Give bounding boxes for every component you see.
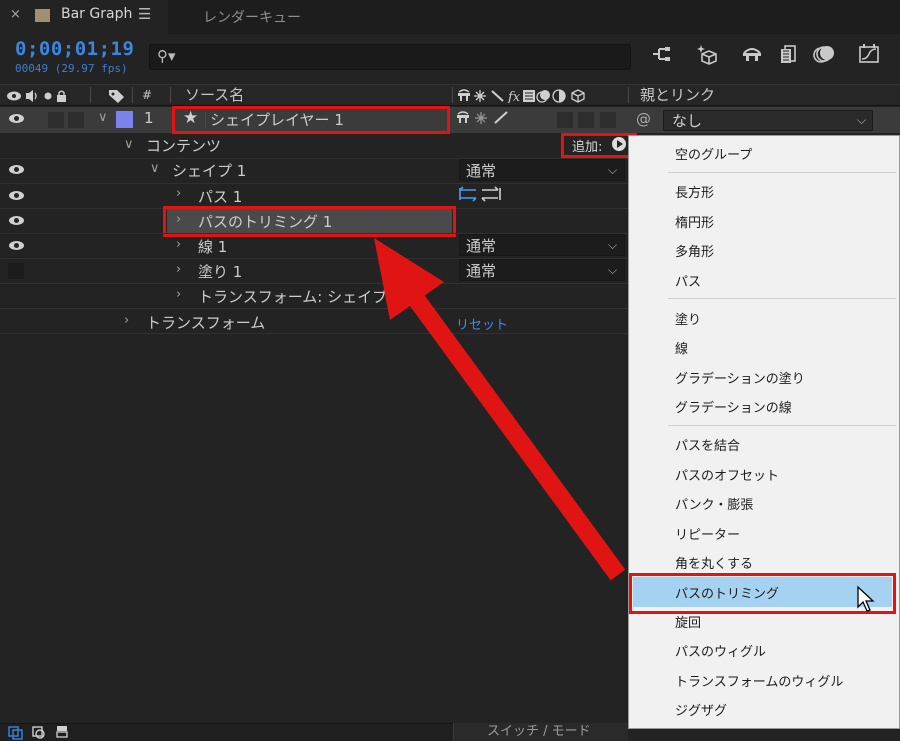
contents-label[interactable]: コンテンツ xyxy=(146,135,221,156)
path-expand-chevron-icon[interactable]: › xyxy=(176,186,181,201)
frame-blending-icon[interactable] xyxy=(774,43,802,71)
composition-tab-title[interactable]: Bar Graph xyxy=(61,6,132,22)
close-tab-icon[interactable]: × xyxy=(10,7,21,22)
contents-expand-chevron-icon[interactable]: ∨ xyxy=(124,137,134,152)
layer-switches[interactable] xyxy=(456,110,514,130)
shape1-blend-mode-value: 通常 xyxy=(466,162,497,180)
shape1-label[interactable]: シェイプ 1 xyxy=(172,160,246,181)
fill1-label[interactable]: 塗り 1 xyxy=(198,261,242,282)
shy-layers-icon[interactable] xyxy=(738,43,766,71)
menu-item-wiggle-transform[interactable]: トランスフォームのウィグル xyxy=(675,671,843,690)
fill-visibility-off[interactable] xyxy=(8,263,24,279)
stroke-expand-chevron-icon[interactable]: › xyxy=(176,237,181,252)
chevron-down-icon: ⌵ xyxy=(857,113,867,127)
row-divider xyxy=(0,183,630,184)
column-divider xyxy=(90,87,91,103)
menu-item-polystar[interactable]: 多角形 xyxy=(675,241,714,260)
lock-switch[interactable] xyxy=(68,112,84,128)
graph-editor-icon[interactable] xyxy=(855,43,883,71)
parent-link-header[interactable]: 親とリンク xyxy=(640,84,715,106)
menu-item-repeater[interactable]: リピーター xyxy=(675,524,740,543)
red-arrow-annotation xyxy=(374,238,626,581)
add-button[interactable]: 追加: xyxy=(572,136,602,155)
menu-item-gradient-fill[interactable]: グラデーションの塗り xyxy=(675,368,805,387)
timeline-column-header xyxy=(0,84,900,106)
menu-item-merge-paths[interactable]: パスを結合 xyxy=(675,435,740,454)
shape-expand-chevron-icon[interactable]: ∨ xyxy=(150,161,160,176)
menu-item-zig-zag[interactable]: ジグザグ xyxy=(675,700,727,719)
menu-item-gradient-stroke[interactable]: グラデーションの線 xyxy=(675,397,792,416)
layer-switch-box[interactable] xyxy=(600,112,616,128)
menu-item-stroke[interactable]: 線 xyxy=(675,338,688,357)
menu-item-offset-paths[interactable]: パスのオフセット xyxy=(675,465,779,484)
pick-whip-icon[interactable]: @ xyxy=(636,110,651,128)
menu-item-empty-group[interactable]: 空のグループ xyxy=(675,144,752,163)
visibility-column-icon[interactable] xyxy=(6,84,76,106)
transform-label[interactable]: トランスフォーム xyxy=(146,312,265,333)
transform-expand-chevron-icon[interactable]: › xyxy=(124,313,129,328)
shape-visibility-eye-icon[interactable] xyxy=(8,164,26,176)
chevron-down-icon: ⌵ xyxy=(608,163,618,177)
layer-name-highlight xyxy=(172,106,450,134)
composition-flowchart-icon[interactable] xyxy=(648,43,676,71)
draft-3d-icon[interactable] xyxy=(694,43,722,71)
fill-expand-chevron-icon[interactable]: › xyxy=(176,262,181,277)
label-column-icon[interactable] xyxy=(108,84,126,106)
current-time-display[interactable]: 0;00;01;19 xyxy=(15,38,134,60)
layer-switch-box[interactable] xyxy=(578,112,594,128)
stroke1-label[interactable]: 線 1 xyxy=(198,236,227,257)
render-queue-tab[interactable]: レンダーキュー xyxy=(203,7,301,27)
layer-expand-chevron-icon[interactable]: ∨ xyxy=(98,110,108,125)
parent-dropdown-value: なし xyxy=(672,112,703,130)
layer-switch-box[interactable] xyxy=(557,112,573,128)
layer-number: 1 xyxy=(144,109,154,127)
menu-item-twist[interactable]: 旋回 xyxy=(675,612,701,631)
column-divider xyxy=(132,87,133,103)
svg-text:fx: fx xyxy=(507,90,521,103)
source-name-header[interactable]: ソース名 xyxy=(185,84,244,106)
composition-color-swatch xyxy=(35,9,50,22)
motion-blur-icon[interactable] xyxy=(810,43,838,71)
path1-label[interactable]: パス 1 xyxy=(198,186,242,207)
toggle-panes-icons[interactable] xyxy=(8,724,74,741)
add-play-triangle xyxy=(617,140,623,148)
menu-item-wiggle-paths[interactable]: パスのウィグル xyxy=(675,641,766,660)
layer-search-input[interactable] xyxy=(149,44,631,70)
menu-item-path[interactable]: パス xyxy=(675,271,701,290)
transform-shape-expand-chevron-icon[interactable]: › xyxy=(176,287,181,302)
menu-separator xyxy=(668,298,896,299)
layer-number-header[interactable]: # xyxy=(142,84,152,106)
trim-visibility-eye-icon[interactable] xyxy=(8,215,26,227)
search-icon[interactable]: ⚲▾ xyxy=(157,47,176,65)
frame-count-display: 00049 (29.97 fps) xyxy=(15,62,128,75)
menu-separator xyxy=(668,425,896,426)
column-divider xyxy=(628,87,629,103)
layer-visibility-eye-icon[interactable] xyxy=(8,113,26,125)
layer-switches-header[interactable]: fx xyxy=(457,84,617,106)
layer-label-color[interactable] xyxy=(116,111,133,128)
panel-menu-icon[interactable]: ☰ xyxy=(138,5,151,23)
menu-item-rectangle[interactable]: 長方形 xyxy=(675,182,714,201)
path-direction-icons[interactable] xyxy=(458,186,502,206)
stroke-visibility-eye-icon[interactable] xyxy=(8,240,26,252)
add-context-menu xyxy=(628,135,900,729)
menu-separator xyxy=(668,172,896,173)
switches-modes-label[interactable]: スイッチ / モード xyxy=(487,723,591,741)
column-divider xyxy=(452,87,453,103)
path-visibility-eye-icon[interactable] xyxy=(8,190,26,202)
menu-item-fill[interactable]: 塗り xyxy=(675,309,701,328)
mouse-cursor-icon xyxy=(857,585,875,612)
solo-switch[interactable] xyxy=(48,112,64,128)
menu-item-round-corners[interactable]: 角を丸くする xyxy=(675,553,753,572)
menu-item-pucker-bloat[interactable]: パンク・膨張 xyxy=(675,494,753,513)
column-divider xyxy=(170,87,171,103)
menu-item-ellipse[interactable]: 楕円形 xyxy=(675,212,714,231)
